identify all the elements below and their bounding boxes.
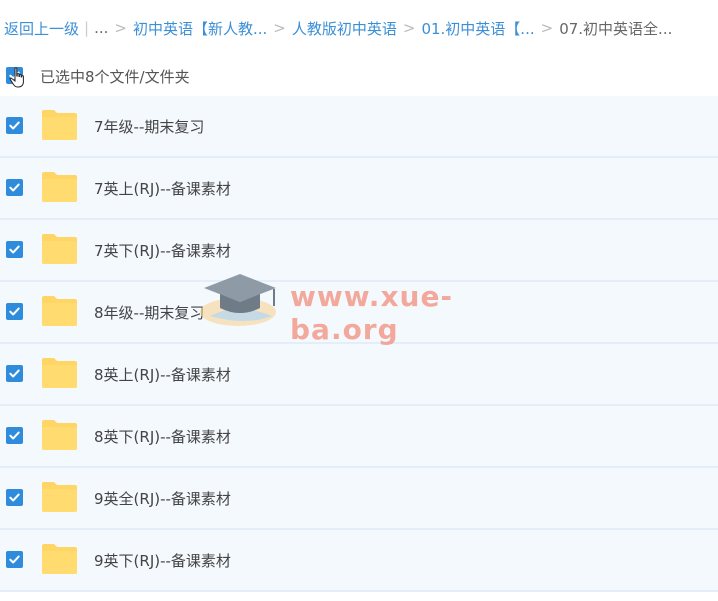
check-icon (9, 183, 20, 192)
file-name[interactable]: 9英下(RJ)--备课素材 (94, 550, 231, 571)
check-icon (9, 369, 20, 378)
breadcrumb-divider: | (84, 19, 90, 37)
folder-icon (42, 172, 77, 202)
chevron-right-icon: > (114, 19, 127, 37)
folder-icon (42, 234, 77, 264)
file-name[interactable]: 7英下(RJ)--备课素材 (94, 240, 231, 261)
file-name[interactable]: 7英上(RJ)--备课素材 (94, 178, 231, 199)
folder-icon (42, 296, 77, 326)
file-row[interactable]: 7年级--期末复习 (0, 96, 718, 158)
file-name[interactable]: 8年级--期末复习 (94, 302, 204, 323)
check-icon (9, 307, 20, 316)
breadcrumb-current: 07.初中英语全... (559, 19, 673, 38)
folder-icon (42, 544, 77, 574)
folder-icon (42, 420, 77, 450)
breadcrumb: 返回上一级 | ... > 初中英语【新人教... > 人教版初中英语 > 01… (0, 0, 718, 56)
folder-icon (42, 482, 77, 512)
check-icon (9, 121, 20, 130)
chevron-right-icon: > (273, 19, 286, 37)
breadcrumb-item-3[interactable]: 01.初中英语【... (421, 18, 534, 39)
breadcrumb-ellipsis[interactable]: ... (94, 19, 108, 37)
breadcrumb-item-2[interactable]: 人教版初中英语 (292, 18, 397, 39)
row-checkbox[interactable] (6, 117, 23, 134)
check-icon (9, 431, 20, 440)
selection-bar: 已选中8个文件/文件夹 (0, 56, 718, 96)
breadcrumb-item-1[interactable]: 初中英语【新人教... (133, 18, 267, 39)
row-checkbox[interactable] (6, 365, 23, 382)
file-list: 7年级--期末复习 7英上(RJ)--备课素材 7英下(RJ)--备课素材 8年… (0, 96, 718, 592)
chevron-right-icon: > (540, 19, 554, 37)
file-row[interactable]: 7英下(RJ)--备课素材 (0, 220, 718, 282)
back-link[interactable]: 返回上一级 (4, 18, 79, 39)
file-name[interactable]: 8英上(RJ)--备课素材 (94, 364, 231, 385)
file-row[interactable]: 7英上(RJ)--备课素材 (0, 158, 718, 220)
hand-cursor-icon (9, 67, 24, 88)
file-row[interactable]: 9英下(RJ)--备课素材 (0, 530, 718, 592)
chevron-right-icon: > (402, 19, 416, 37)
file-name[interactable]: 7年级--期末复习 (94, 116, 204, 137)
row-checkbox[interactable] (6, 551, 23, 568)
file-name[interactable]: 9英全(RJ)--备课素材 (94, 488, 231, 509)
folder-icon (42, 110, 77, 140)
file-row[interactable]: 8英上(RJ)--备课素材 (0, 344, 718, 406)
row-checkbox[interactable] (6, 241, 23, 258)
row-checkbox[interactable] (6, 427, 23, 444)
check-icon (9, 245, 20, 254)
check-icon (9, 555, 20, 564)
selection-count-label: 已选中8个文件/文件夹 (40, 67, 190, 86)
file-row[interactable]: 9英全(RJ)--备课素材 (0, 468, 718, 530)
row-checkbox[interactable] (6, 179, 23, 196)
row-checkbox[interactable] (6, 303, 23, 320)
file-row[interactable]: 8年级--期末复习 (0, 282, 718, 344)
row-checkbox[interactable] (6, 489, 23, 506)
file-name[interactable]: 8英下(RJ)--备课素材 (94, 426, 231, 447)
file-row[interactable]: 8英下(RJ)--备课素材 (0, 406, 718, 468)
check-icon (9, 493, 20, 502)
folder-icon (42, 358, 77, 388)
